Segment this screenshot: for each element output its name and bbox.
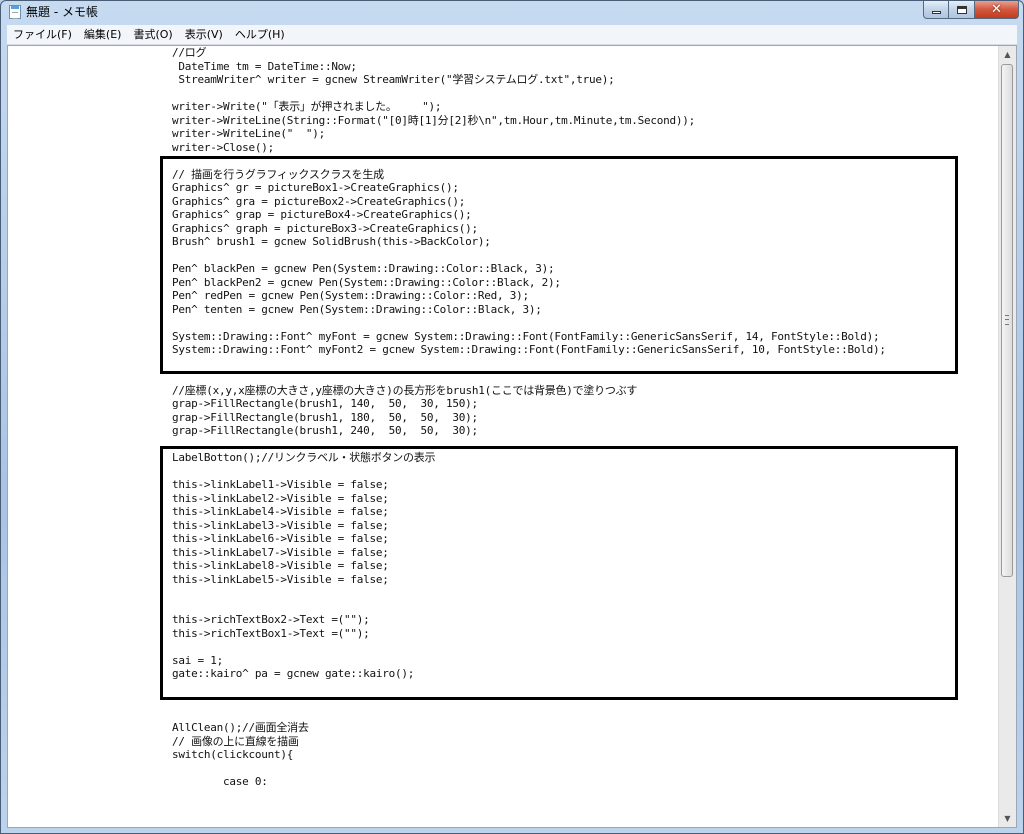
code-line: // 画像の上に直線を描画 <box>172 734 299 748</box>
code-line: writer->WriteLine(" "); <box>172 127 325 140</box>
menu-help[interactable]: ヘルプ(H) <box>229 25 291 44</box>
code-line: writer->Close(); <box>172 140 274 154</box>
code-line: //座標(x,y,x座標の大きさ,y座標の大きさ)の長方形をbrush1(ここで… <box>172 383 638 397</box>
menu-view[interactable]: 表示(V) <box>179 25 229 44</box>
scrollbar-thumb[interactable] <box>1001 64 1013 577</box>
menu-edit[interactable]: 編集(E) <box>78 25 128 44</box>
code-line: grap->FillRectangle(brush1, 140, 50, 30,… <box>172 397 478 410</box>
code-line: writer->WriteLine(String::Format("[0]時[1… <box>172 113 695 127</box>
menu-file[interactable]: ファイル(F) <box>7 25 78 44</box>
scrollbar-grip-icon <box>1005 315 1009 325</box>
code-line: switch(clickcount){ <box>172 748 294 761</box>
code-line: case 0: <box>172 775 268 788</box>
code-line: //ログ <box>172 46 207 59</box>
vertical-scrollbar[interactable]: ▲ ▼ <box>998 46 1016 827</box>
code-line: AllClean();//画面全消去 <box>172 721 309 734</box>
window-title: 無題 - メモ帳 <box>26 5 98 19</box>
close-button[interactable]: ✕ <box>975 1 1019 19</box>
maximize-button[interactable] <box>949 1 975 19</box>
title-bar[interactable]: 無題 - メモ帳 ✕ <box>1 1 1023 23</box>
menu-bar: ファイル(F) 編集(E) 書式(O) 表示(V) ヘルプ(H) <box>7 25 1017 45</box>
code-line: DateTime tm = DateTime::Now; <box>172 59 357 73</box>
notepad-window: 無題 - メモ帳 ✕ ファイル(F) 編集(E) 書式(O) 表示(V) ヘルプ… <box>0 0 1024 834</box>
text-editor-area[interactable]: //ログ DateTime tm = DateTime::Now; Stream… <box>7 45 1017 828</box>
minimize-icon <box>931 11 941 14</box>
code-line: StreamWriter^ writer = gcnew StreamWrite… <box>172 73 615 86</box>
code-line: writer->Write("「表示」が押されました。 "); <box>172 100 442 113</box>
highlight-box-labels <box>160 446 958 700</box>
caption-buttons: ✕ <box>923 1 1019 20</box>
scroll-up-button[interactable]: ▲ <box>999 46 1016 63</box>
code-line: grap->FillRectangle(brush1, 240, 50, 50,… <box>172 424 478 437</box>
highlight-box-graphics <box>160 156 958 374</box>
close-icon: ✕ <box>991 2 1002 17</box>
scroll-down-button[interactable]: ▼ <box>999 810 1016 827</box>
notepad-icon[interactable] <box>9 5 21 19</box>
maximize-icon <box>956 5 967 14</box>
menu-format[interactable]: 書式(O) <box>127 25 178 44</box>
code-line: grap->FillRectangle(brush1, 180, 50, 50,… <box>172 410 478 424</box>
scroll-down-arrow-icon: ▼ <box>1004 814 1011 823</box>
scroll-up-arrow-icon: ▲ <box>1004 50 1011 59</box>
minimize-button[interactable] <box>923 1 949 19</box>
